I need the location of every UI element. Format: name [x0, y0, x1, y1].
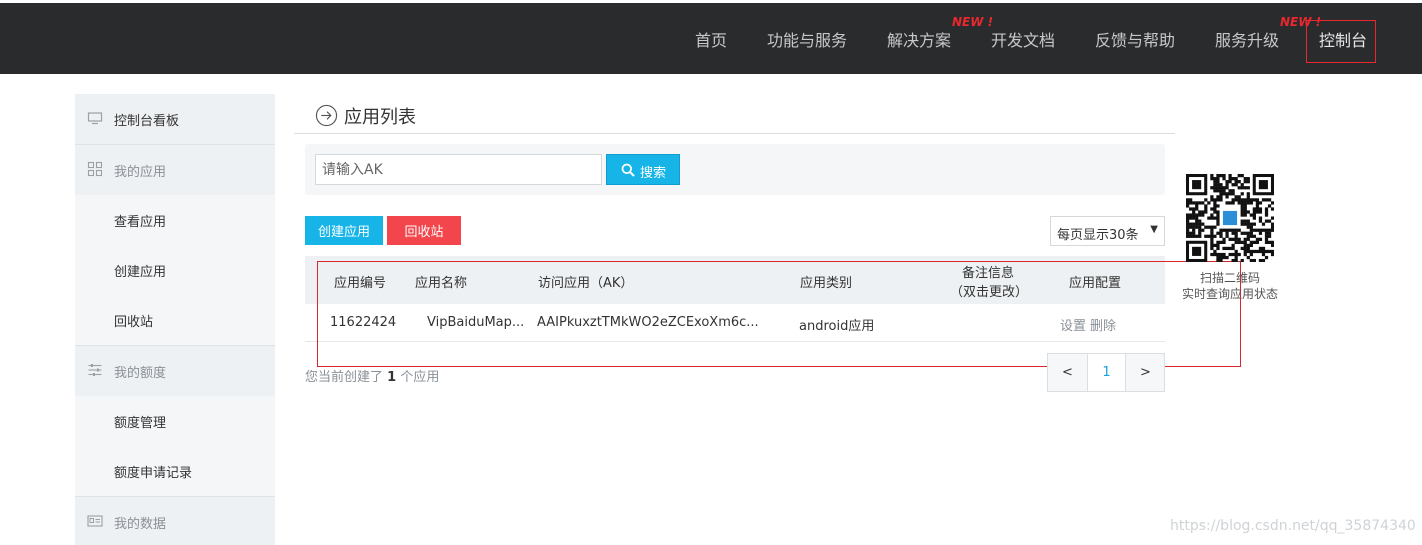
sidebar-item-view-apps[interactable]: 查看应用 [75, 195, 275, 245]
page-title-bar: 应用列表 [294, 100, 1175, 134]
page-title: 应用列表 [344, 107, 416, 128]
count-prefix: 您当前创建了 [305, 370, 384, 385]
top-navbar: 首页 功能与服务 解决方案 NEW ! 开发文档 反馈与帮助 服务升级 NEW … [0, 3, 1422, 74]
per-page-select[interactable]: 每页显示30条 ▼ [1050, 216, 1165, 246]
nav-console-highlight [1306, 20, 1376, 63]
search-input[interactable] [315, 154, 602, 185]
create-app-button[interactable]: 创建应用 [305, 216, 383, 245]
search-panel: 搜索 [305, 144, 1165, 195]
sidebar-group-label: 我的应用 [114, 165, 167, 180]
column-header-config: 应用配置 [1069, 276, 1122, 291]
cell-app-name: VipBaiduMap... [427, 315, 525, 330]
nav-service-upgrade[interactable]: 服务升级 [1215, 27, 1279, 51]
nav-solutions[interactable]: 解决方案 [887, 27, 951, 51]
prev-page-button[interactable]: < [1048, 354, 1087, 391]
sidebar-group-my-data[interactable]: 我的数据 [75, 497, 275, 545]
sidebar-group-label: 我的额度 [114, 366, 167, 381]
app-count-text: 您当前创建了 1 个应用 [305, 366, 439, 385]
settings-link[interactable]: 设置 [1060, 315, 1086, 334]
sidebar-item-create-app[interactable]: 创建应用 [75, 245, 275, 295]
qr-code-icon [1186, 174, 1274, 262]
sidebar-item-label: 额度管理 [114, 416, 167, 431]
monitor-icon [87, 112, 103, 125]
search-button-label: 搜索 [640, 165, 667, 180]
delete-link[interactable]: 删除 [1090, 315, 1116, 334]
page-number-button[interactable]: 1 [1087, 354, 1126, 391]
sidebar: 控制台看板 我的应用 查看应用 创建应用 回收站 我的额度 额度管理 额度申请记… [75, 94, 275, 545]
cell-app-ak: AAIPkuxztTMkWO2eZCExoXm6c... [537, 315, 759, 330]
nav-dev-docs[interactable]: 开发文档 [991, 27, 1055, 51]
column-header-ak: 访问应用（AK） [538, 276, 634, 291]
sidebar-item-quota-apply-log[interactable]: 额度申请记录 [75, 446, 275, 496]
search-icon [621, 163, 635, 177]
sidebar-item-label: 控制台看板 [114, 114, 180, 129]
table-header: 应用编号 应用名称 访问应用（AK） 应用类别 备注信息 （双击更改） 应用配置 [305, 256, 1165, 304]
pagination: < 1 > [1047, 353, 1165, 392]
sidebar-item-dashboard[interactable]: 控制台看板 [75, 94, 275, 144]
sidebar-item-label: 创建应用 [114, 265, 167, 280]
nav-features-services[interactable]: 功能与服务 [767, 27, 847, 51]
new-badge: NEW ! [952, 15, 994, 29]
caret-down-icon: ▼ [1150, 224, 1158, 235]
qr-caption-line2: 实时查询应用状态 [1181, 287, 1278, 301]
nav-home[interactable]: 首页 [695, 27, 727, 51]
sidebar-group-my-quota[interactable]: 我的额度 [75, 346, 275, 396]
sliders-icon [88, 364, 102, 376]
search-button[interactable]: 搜索 [606, 154, 680, 185]
sidebar-item-label: 回收站 [114, 315, 154, 330]
arrow-circle-right-icon [315, 104, 338, 127]
count-suffix: 个应用 [400, 370, 440, 385]
column-header-name: 应用名称 [415, 276, 468, 291]
watermark: https://blog.csdn.net/qq_35874340 [1170, 518, 1416, 534]
next-page-button[interactable]: > [1126, 354, 1165, 391]
sidebar-group-my-apps[interactable]: 我的应用 [75, 145, 275, 195]
sidebar-item-recycle-bin[interactable]: 回收站 [75, 295, 275, 345]
per-page-value: 每页显示30条 [1057, 228, 1139, 243]
cell-app-id: 11622424 [330, 315, 397, 330]
sidebar-item-label: 额度申请记录 [114, 466, 193, 481]
sidebar-item-quota-manage[interactable]: 额度管理 [75, 396, 275, 446]
qr-caption-line1: 扫描二维码 [1199, 271, 1260, 285]
table-row[interactable]: 11622424 VipBaiduMap... AAIPkuxztTMkWO2e… [305, 304, 1165, 342]
count-value: 1 [387, 370, 397, 385]
recycle-bin-button[interactable]: 回收站 [387, 216, 461, 245]
column-header-id: 应用编号 [334, 276, 387, 291]
grid-icon [87, 161, 103, 177]
column-header-category: 应用类别 [800, 276, 853, 291]
nav-feedback-help[interactable]: 反馈与帮助 [1095, 27, 1175, 51]
sidebar-group-label: 我的数据 [114, 517, 167, 532]
column-header-note: 备注信息 [962, 266, 1015, 281]
sidebar-item-label: 查看应用 [114, 215, 167, 230]
cell-app-category: android应用 [799, 319, 875, 334]
column-header-note-hint: （双击更改） [950, 285, 1029, 300]
id-card-icon [87, 515, 103, 527]
